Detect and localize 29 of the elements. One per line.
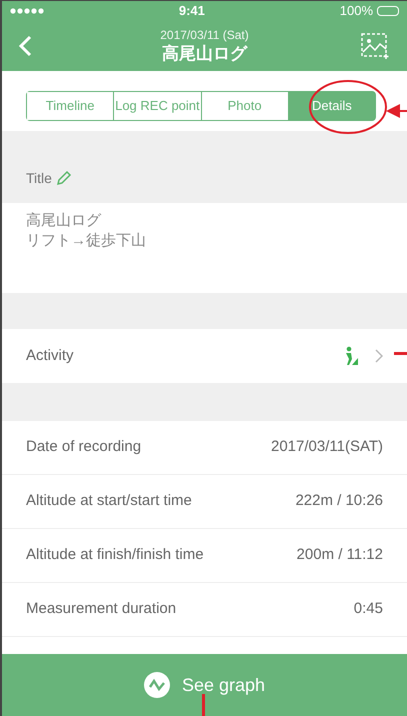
hiker-icon [343, 346, 359, 366]
battery-icon [377, 6, 399, 16]
detail-label: Measurement duration [26, 599, 178, 620]
title-label: Title [26, 168, 52, 188]
detail-label: Date of recording [26, 437, 142, 458]
detail-value: 0:45 [354, 599, 383, 620]
activity-label: Activity [26, 346, 75, 366]
detail-value: 2017/03/11(SAT) [270, 437, 383, 458]
see-graph-button[interactable]: See graph [2, 654, 407, 716]
detail-value: 222m / 10:26 [295, 491, 383, 512]
activity-row[interactable]: Activity [2, 329, 407, 383]
pencil-icon[interactable] [56, 170, 72, 186]
segment-tab[interactable]: Log REC point [113, 92, 200, 120]
nav-date: 2017/03/11 (Sat) [160, 28, 249, 43]
signal-icon [10, 8, 44, 14]
chevron-right-icon [375, 349, 383, 363]
back-chevron-icon [18, 35, 32, 57]
annotation-arrow [386, 104, 407, 118]
detail-label: Altitude at start/start time [26, 491, 193, 512]
segment-tab[interactable]: Details [288, 92, 375, 120]
status-time: 9:41 [178, 2, 205, 20]
battery-percent: 100% [340, 2, 373, 20]
leader-line [394, 352, 407, 355]
title-field[interactable]: 高尾山ログ リフト→徒歩下山 [2, 203, 407, 293]
leader-line [202, 694, 205, 716]
detail-label: Altitude at finish/finish time [26, 545, 205, 566]
detail-value: 200m / 11:12 [296, 545, 383, 566]
nav-title: 高尾山ログ [162, 42, 247, 64]
graph-icon [144, 672, 170, 698]
